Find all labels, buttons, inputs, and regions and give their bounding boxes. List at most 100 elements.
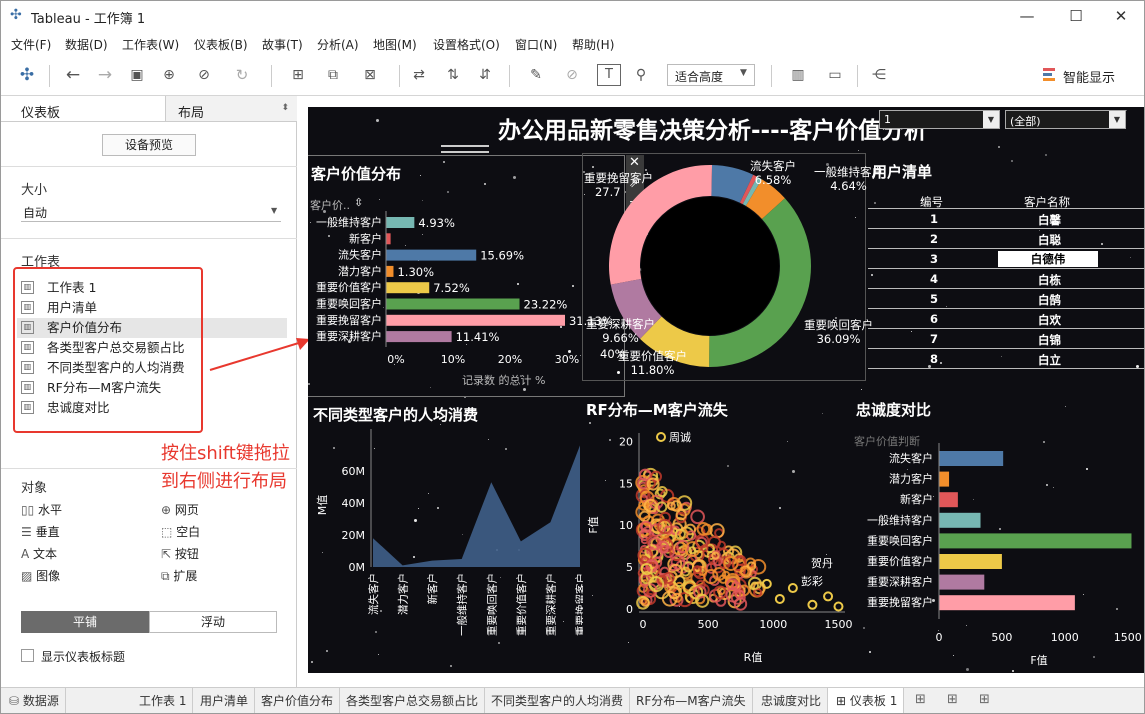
new-datasource-icon[interactable]: ⊕ [157,63,181,87]
object-blank[interactable]: ⬚ 空白 [161,523,200,540]
sort-asc-icon[interactable]: ⇅ [441,63,465,87]
star [588,421,591,424]
menu-file[interactable]: 文件(F) [11,36,51,53]
text-icon: A [21,547,30,561]
row-id: 1 [930,212,939,226]
save-icon[interactable]: ▣ [125,63,149,87]
cv-data-label: 23.22% [524,298,568,312]
tab-layout[interactable]: 布局 ⬍ [165,96,297,122]
object-extension[interactable]: ⧉ 扩展 [161,567,197,584]
fix-axes-icon[interactable]: ⚲ [629,63,653,87]
close-button[interactable]: ✕ [1098,3,1144,29]
refresh-icon[interactable]: ↻ [227,63,257,87]
new-story-icon[interactable]: ⊞ [979,692,990,707]
group-icon[interactable]: ⊘ [557,63,587,87]
clear-sheet-icon[interactable]: ⊠ [353,63,387,87]
pie-label-deep: 重要深耕客户 9.66% [586,317,655,345]
presentation-icon[interactable]: ▭ [823,63,847,87]
menu-story[interactable]: 故事(T) [262,36,303,53]
tableau-start-icon[interactable]: ✣ [15,63,39,87]
tab-user-list[interactable]: 用户清单 [194,688,256,713]
menu-format[interactable]: 设置格式(O) [433,36,500,53]
dashboard-title: 办公用品新零售决策分析----客户价值分析 [498,118,928,144]
tab-rf[interactable]: RF分布—M客户流失 [630,688,753,713]
maximize-button[interactable]: ☐ [1053,3,1099,29]
sort-desc-icon[interactable]: ⇵ [473,63,497,87]
new-dashboard-icon[interactable]: ⊞ [947,692,958,707]
filter-dropdown-2[interactable]: (全部) ▼ [1005,110,1126,129]
cv-tick-label: 0% [387,353,404,366]
swap-icon[interactable]: ⇄ [407,63,431,87]
menu-dashboard[interactable]: 仪表板(B) [194,36,248,53]
tab-customer-value[interactable]: 客户价值分布 [255,688,341,713]
loyalty-chart: 流失客户潜力客户新客户一般维持客户重要唤回客户重要价值客户重要深耕客户重要挽留客… [867,443,1142,667]
show-labels-icon[interactable]: T [597,64,621,86]
object-vertical[interactable]: ☰ 垂直 [21,523,60,540]
loyalty-bar [939,554,1002,569]
tab-loyalty[interactable]: 忠诚度对比 [755,688,829,713]
object-text[interactable]: A 文本 [21,545,57,562]
sort-icon[interactable]: ⇳ [354,196,363,209]
view-cards-icon[interactable]: ▥ [781,63,815,87]
object-button[interactable]: ⇱ 按钮 [161,545,199,562]
back-icon[interactable]: ← [61,63,85,87]
rf-xlabel: R值 [744,651,763,664]
pause-update-icon[interactable]: ⊘ [189,63,219,87]
star [998,145,1001,148]
show-me-icon[interactable] [1043,68,1057,82]
menu-window[interactable]: 窗口(N) [515,36,557,53]
menu-map[interactable]: 地图(M) [373,36,417,53]
object-horizontal[interactable]: ▯▯ 水平 [21,501,62,518]
tab-dashboard1[interactable]: ⊞ 仪表板 1 [828,688,905,713]
show-title-label: 显示仪表板标题 [41,650,126,664]
table-row[interactable]: 6 白欢 [868,309,1144,329]
menu-data[interactable]: 数据(D) [65,36,108,53]
rf-legend-label: 周诚 [669,431,691,444]
drag-handle[interactable] [441,145,489,153]
table-row[interactable]: 8 白立 [868,349,1144,369]
menu-help[interactable]: 帮助(H) [572,36,614,53]
forward-icon[interactable]: → [93,63,117,87]
table-row[interactable]: 3 白德伟 [868,249,1144,269]
table-row[interactable]: 1 白馨 [868,209,1144,229]
floating-toggle[interactable]: 浮动 [149,611,277,633]
tiled-toggle[interactable]: 平铺 [21,611,149,633]
duplicate-icon[interactable]: ⧉ [321,63,345,87]
tab-avg-spend[interactable]: 不同类型客户的人均消费 [485,688,631,713]
tab-worksheet1[interactable]: 工作表 1 [133,688,194,713]
filter-dropdown-1[interactable]: 1 ▼ [879,110,1000,129]
tab-transaction-share[interactable]: 各类型客户总交易额占比 [340,688,486,713]
rf-point-label: 贺丹 [811,557,833,570]
device-preview-button[interactable]: 设备预览 [102,134,196,156]
menu-analysis[interactable]: 分析(A) [317,36,359,53]
show-title-checkbox[interactable] [21,649,34,662]
tab-datasource[interactable]: ⛁ 数据源 [1,688,66,713]
table-row[interactable]: 5 白鹄 [868,289,1144,309]
star [376,118,380,122]
table-row[interactable]: 2 白聪 [868,229,1144,249]
table-row[interactable]: 7 白锦 [868,329,1144,349]
object-image[interactable]: ▨ 图像 [21,567,60,584]
share-icon[interactable]: ⋲ [867,63,891,87]
size-dropdown[interactable]: 自动 ▼ [21,200,281,222]
minimize-button[interactable]: — [1004,3,1050,29]
show-me-button[interactable]: 智能显示 [1063,67,1115,86]
col-header-id: 编号 [920,195,943,209]
tab-dashboard[interactable]: 仪表板 [1,96,165,122]
object-webpage[interactable]: ⊕ 网页 [161,501,199,518]
highlight-icon[interactable]: ✎ [519,63,553,87]
toolbar: ✣ ← → ▣ ⊕ ⊘ ↻ ⊞ ⧉ ⊠ ⇄ ⇅ ⇵ ✎ ⊘ T ⚲ 适合高度 ▼… [1,55,1144,96]
menu-worksheet[interactable]: 工作表(W) [122,36,179,53]
user-list-title: 用户清单 [872,163,933,181]
dashboard-icon: ⊞ [836,694,847,708]
new-worksheet-icon[interactable]: ⊞ [915,692,926,707]
new-sheet-icon[interactable]: ⊞ [281,63,315,87]
row-name: 白栋 [1038,273,1061,287]
rf-point [787,583,798,594]
vertical-icon: ☰ [21,525,32,539]
dashboard-canvas[interactable]: 办公用品新零售决策分析----客户价值分析 1 ▼ (全部) ▼ 客户价值分布 … [308,107,1144,673]
table-row[interactable]: 4 白栋 [868,269,1144,289]
cv-data-label: 1.30% [397,265,434,279]
fit-dropdown[interactable]: 适合高度 ▼ [667,64,755,86]
horizontal-icon: ▯▯ [21,503,35,517]
